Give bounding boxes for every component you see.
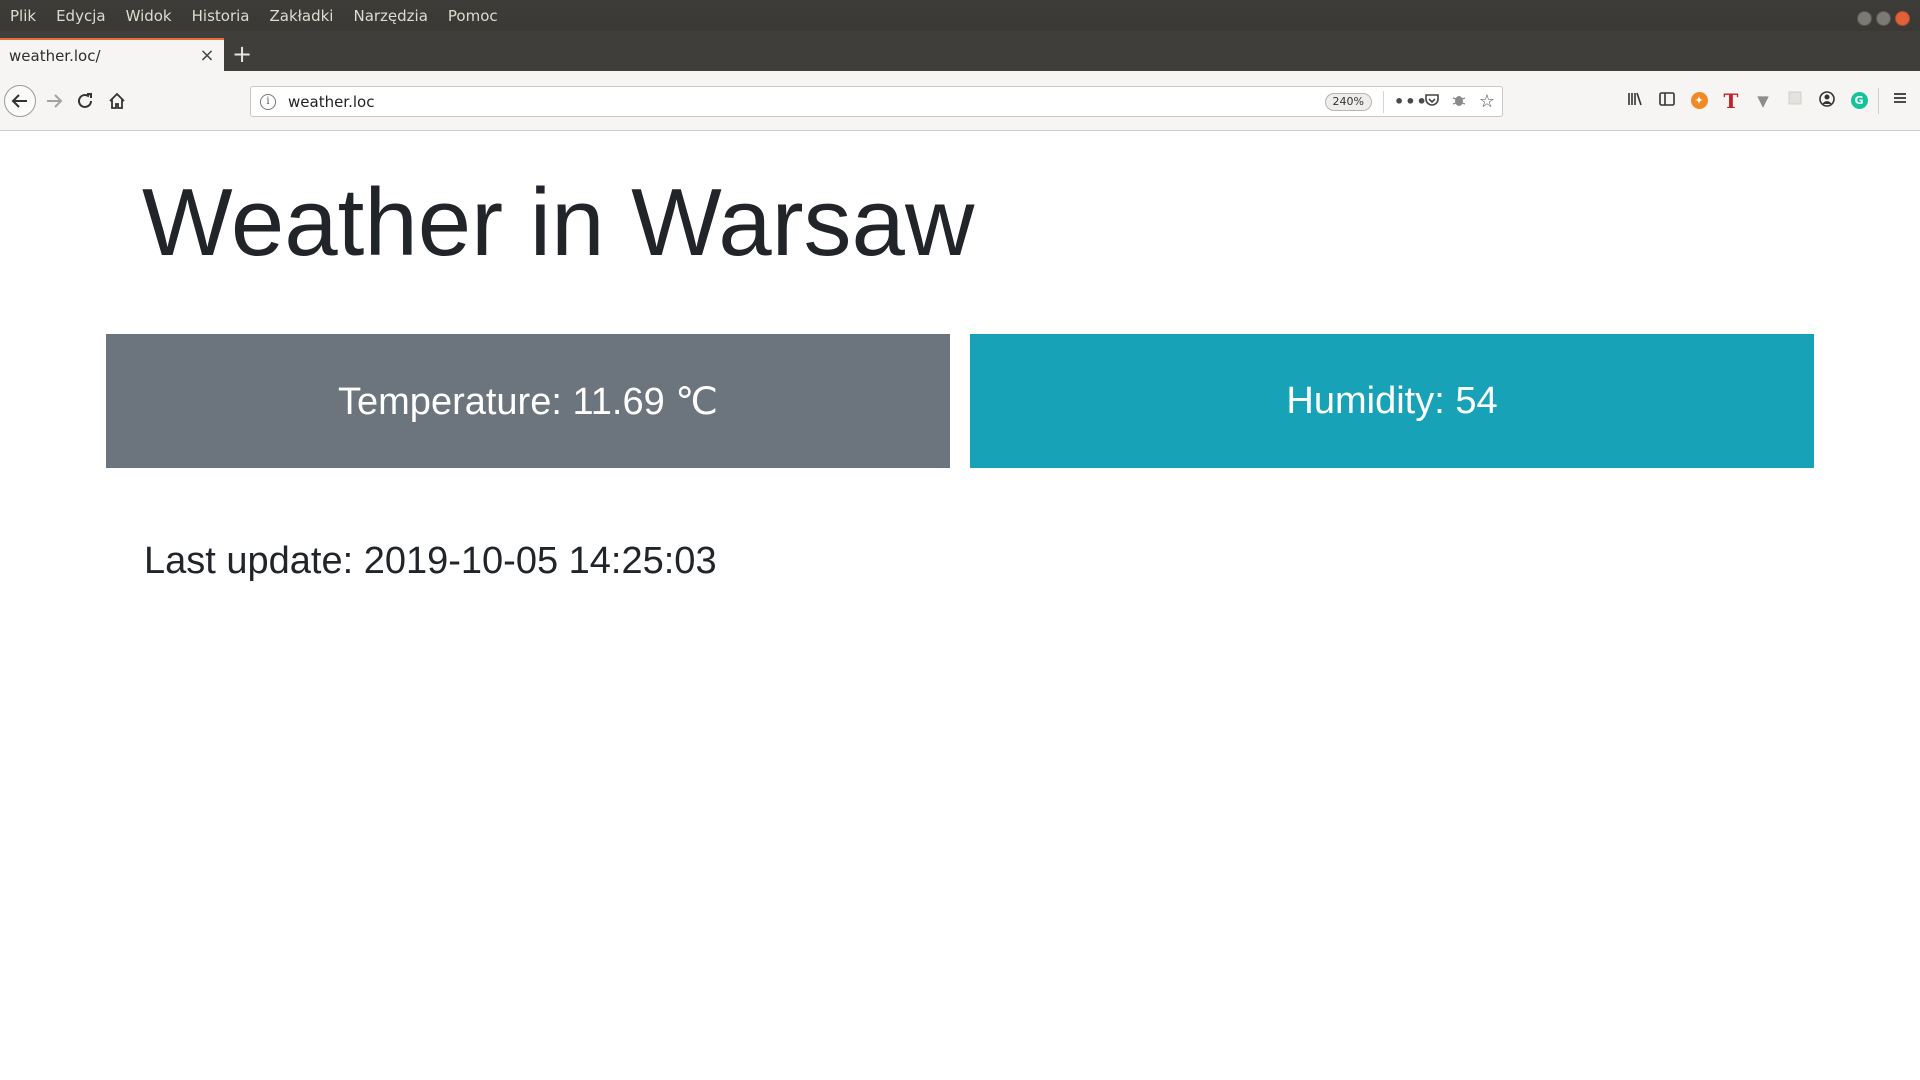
- zoom-badge[interactable]: 240%: [1324, 93, 1372, 111]
- tab-weather[interactable]: weather.loc/ ×: [0, 38, 224, 71]
- url-bar[interactable]: i weather.loc 240% ••• ☆: [250, 86, 1503, 117]
- sidebar-icon[interactable]: [1656, 90, 1678, 112]
- tab-strip: weather.loc/ × +: [0, 31, 1920, 71]
- last-update-text: Last update: 2019-10-05 14:25:03: [144, 540, 717, 582]
- window-controls: [1857, 11, 1910, 26]
- menu-bar: Plik Edycja Widok Historia Zakładki Narz…: [0, 0, 1920, 31]
- humidity-card: Humidity: 54: [970, 334, 1814, 468]
- nav-toolbar: i weather.loc 240% ••• ☆ ✦ T ▼ G: [0, 71, 1920, 131]
- maximize-icon[interactable]: [1876, 11, 1891, 26]
- url-separator: [1383, 91, 1384, 113]
- info-icon[interactable]: i: [260, 93, 276, 110]
- menu-edit[interactable]: Edycja: [56, 7, 105, 25]
- temperature-card: Temperature: 11.69 ℃: [106, 334, 950, 468]
- window-close-icon[interactable]: [1895, 11, 1910, 26]
- bug-icon[interactable]: [1449, 92, 1469, 112]
- reload-icon[interactable]: [71, 87, 99, 115]
- home-icon[interactable]: [103, 87, 131, 115]
- back-icon[interactable]: [4, 85, 36, 117]
- library-icon[interactable]: [1624, 90, 1646, 112]
- menu-help[interactable]: Pomoc: [448, 7, 498, 25]
- temperature-value: Temperature: 11.69 ℃: [338, 380, 718, 423]
- forward-icon[interactable]: [40, 87, 68, 115]
- extension-orange-icon[interactable]: ✦: [1688, 90, 1710, 112]
- close-icon[interactable]: ×: [198, 47, 216, 65]
- tab-title: weather.loc/: [9, 46, 101, 65]
- menu-icon[interactable]: [1889, 90, 1911, 112]
- page-content: Weather in Warsaw Temperature: 11.69 ℃ H…: [0, 132, 1920, 1080]
- menu-file[interactable]: Plik: [10, 7, 36, 25]
- menu-bookmarks[interactable]: Zakładki: [269, 7, 333, 25]
- extension-blank-icon[interactable]: [1784, 90, 1806, 112]
- url-text[interactable]: weather.loc: [288, 93, 374, 111]
- menu-tools[interactable]: Narzędzia: [353, 7, 427, 25]
- minimize-icon[interactable]: [1857, 11, 1872, 26]
- humidity-value: Humidity: 54: [1286, 379, 1498, 422]
- star-icon[interactable]: ☆: [1477, 92, 1497, 112]
- page-title: Weather in Warsaw: [142, 169, 975, 276]
- account-icon[interactable]: [1816, 90, 1838, 112]
- menu-history[interactable]: Historia: [192, 7, 250, 25]
- more-icon[interactable]: •••: [1394, 92, 1427, 112]
- extension-t-icon[interactable]: T: [1720, 90, 1742, 112]
- pocket-icon[interactable]: [1422, 92, 1442, 112]
- toolbar-separator: [1878, 88, 1879, 114]
- extension-v-icon[interactable]: ▼: [1752, 90, 1774, 112]
- menu-view[interactable]: Widok: [126, 7, 172, 25]
- grammarly-icon[interactable]: G: [1848, 90, 1870, 112]
- plus-icon[interactable]: +: [231, 42, 253, 66]
